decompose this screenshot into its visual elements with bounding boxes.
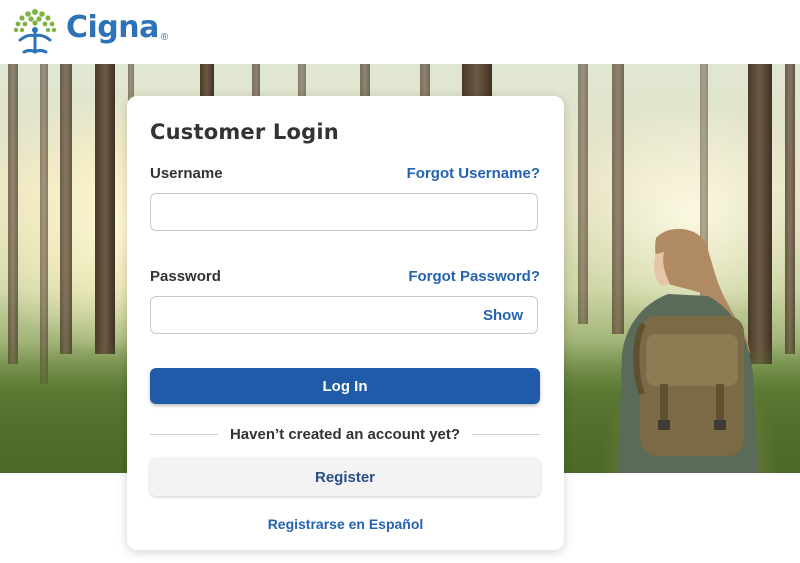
tree-trunk — [95, 64, 115, 354]
registered-mark: ® — [160, 31, 169, 43]
show-password-toggle[interactable]: Show — [483, 307, 523, 324]
divider-text: Haven’t created an account yet? — [229, 425, 461, 443]
tree-of-life-icon — [10, 6, 60, 56]
register-spanish-link[interactable]: Registrarse en Español — [127, 516, 564, 532]
cigna-logo[interactable]: Cigna ® — [10, 6, 168, 56]
site-header: Cigna ® — [0, 0, 800, 64]
account-divider: Haven’t created an account yet? — [150, 423, 541, 445]
log-in-button[interactable]: Log In — [150, 368, 540, 404]
register-button[interactable]: Register — [150, 458, 540, 496]
tree-trunk — [578, 64, 588, 324]
login-title: Customer Login — [150, 120, 339, 144]
login-card: Customer Login Username Forgot Username?… — [127, 96, 564, 550]
password-input[interactable]: Show — [150, 296, 538, 334]
logo-wordmark: Cigna — [66, 10, 159, 45]
tree-trunk — [40, 64, 48, 384]
tree-trunk — [8, 64, 18, 364]
password-label: Password — [150, 268, 221, 285]
forgot-password-link[interactable]: Forgot Password? — [408, 268, 540, 285]
tree-trunk — [60, 64, 72, 354]
divider-line — [150, 433, 218, 435]
username-label: Username — [150, 165, 223, 182]
divider-line — [472, 433, 541, 435]
forgot-username-link[interactable]: Forgot Username? — [407, 165, 540, 182]
username-input[interactable] — [150, 193, 538, 231]
tree-trunk — [785, 64, 795, 354]
hiker-figure — [598, 224, 768, 473]
